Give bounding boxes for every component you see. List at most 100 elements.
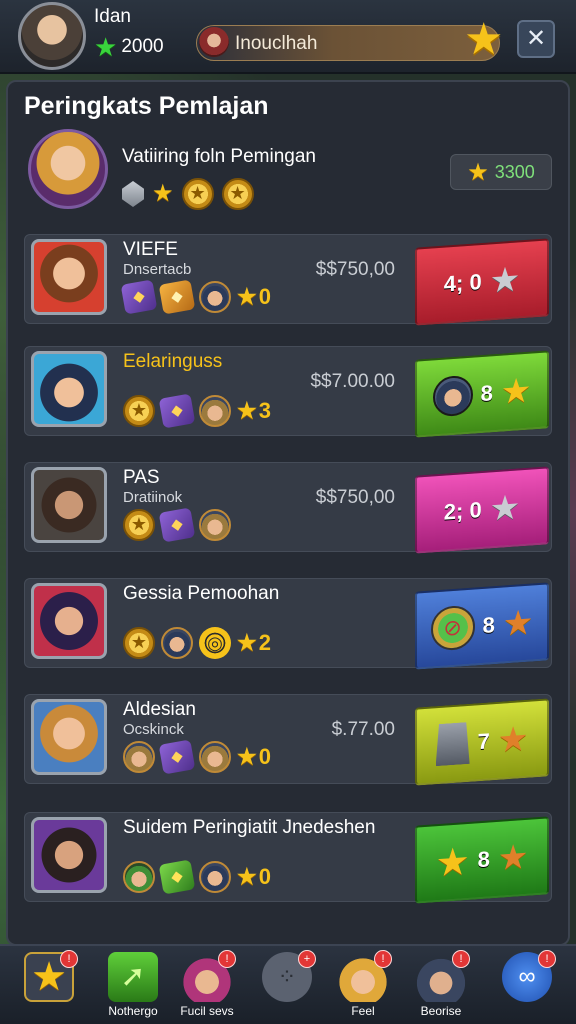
notification-badge: + xyxy=(298,950,316,968)
silver-star-icon: ★ xyxy=(489,488,521,529)
player-avatar[interactable] xyxy=(18,2,86,70)
coin-icon: ★ xyxy=(123,627,155,659)
row-avatar xyxy=(31,239,107,315)
leaderboard-row[interactable]: VIEFE Dnsertacb ◆ ◆ ★ 0 $$750,00 4; 0 ★ xyxy=(24,234,552,326)
gold-star-icon[interactable]: ★ xyxy=(464,18,503,62)
nav-item-feel[interactable]: ! Feel xyxy=(328,950,398,1022)
nav-item-nothergo[interactable]: ➚ Nothergo xyxy=(98,952,168,1022)
currency-amount: 2000 xyxy=(121,36,164,57)
star-count-value: 3 xyxy=(258,398,271,423)
nav-item-fucil[interactable]: ! Fucil sevs xyxy=(172,950,242,1022)
row-action-button[interactable]: 2; 0 ★ xyxy=(415,466,549,554)
action-value: 8 xyxy=(480,380,493,407)
gold-star-icon: ★ xyxy=(237,744,257,769)
row-action-button[interactable]: ⊘ 8 ★ xyxy=(415,582,549,670)
gold-star-icon: ★ xyxy=(237,398,257,423)
gold-star-icon: ★ xyxy=(237,284,257,309)
green-chest-icon: ◆ xyxy=(158,859,196,895)
row-action-button[interactable]: ★ 8 ★ xyxy=(415,816,549,904)
row-action-button[interactable]: 8 ★ xyxy=(415,350,549,438)
coin-icon: ★ xyxy=(123,509,155,541)
star-count: ★ 2 xyxy=(237,630,271,656)
row-price: $.77.00 xyxy=(331,719,395,740)
action-value: 8 xyxy=(482,612,495,638)
header-subtitle: Vatiiring foln Pemingan xyxy=(122,146,316,167)
action-value: 4; 0 xyxy=(443,269,482,297)
leaderboard-row[interactable]: Gessia Pemoohan ★ ◎ ★ 2 ⊘ 8 ★ xyxy=(24,578,552,670)
star-count-value: 0 xyxy=(258,744,271,769)
action-value: 7 xyxy=(477,728,490,755)
silver-star-icon: ★ xyxy=(489,260,521,301)
gold-star-icon: ★ xyxy=(152,180,174,207)
notification-badge: ! xyxy=(452,950,470,968)
nav-label: Beorise xyxy=(420,1004,462,1018)
soldier-icon xyxy=(199,509,231,541)
row-name: Aldesian xyxy=(123,699,196,720)
quest-avatar xyxy=(199,27,229,57)
row-price: $$7.00.00 xyxy=(310,371,395,392)
row-items: ★ ◆ ★ 3 xyxy=(123,393,271,429)
quest-bar[interactable]: Inouclhah xyxy=(196,25,500,61)
leaderboard-row[interactable]: PAS Dratiinok ★ ◆ $$750,00 2; 0 ★ xyxy=(24,462,552,554)
row-avatar xyxy=(31,699,107,775)
action-value: 8 xyxy=(477,846,490,873)
bucket-icon xyxy=(436,722,470,766)
leaderboard-row[interactable]: Suidem Peringiatit Jnedeshen ◆ ★ 0 ★ 8 ★ xyxy=(24,812,552,904)
score-value: 3300 xyxy=(494,161,535,182)
nav-item-more[interactable]: ⁘ + xyxy=(252,950,322,1022)
leaderboard-panel: Peringkats Pemlajan Vatiiring foln Pemin… xyxy=(6,80,570,946)
row-avatar xyxy=(31,351,107,427)
leaderboard-row[interactable]: Aldesian Ocskinck ◆ ★ 0 $.77.00 7 ★ xyxy=(24,694,552,786)
gold-star-icon: ★ xyxy=(237,630,257,655)
close-button[interactable]: ✕ xyxy=(517,20,555,58)
star-count: ★ 0 xyxy=(237,744,271,770)
coin-icon: ★ xyxy=(123,395,155,427)
star-count: ★ 3 xyxy=(237,398,271,424)
row-name: Eelaringuss xyxy=(123,351,223,372)
nav-label: Feel xyxy=(351,1004,375,1018)
gem-icon xyxy=(122,181,144,207)
nav-label: Nothergo xyxy=(108,1004,158,1018)
panel-title: Peringkats Pemlajan xyxy=(24,92,269,120)
star-count: ★ 0 xyxy=(237,284,271,310)
row-avatar xyxy=(31,583,107,659)
row-items: ★ ◆ xyxy=(123,507,231,543)
quest-label: Inouclhah xyxy=(235,33,318,54)
gold-star-icon: ★ xyxy=(500,371,532,412)
nav-item-stars[interactable]: ★ ! xyxy=(14,950,84,1022)
gold-star-icon: ★ xyxy=(237,864,257,889)
nav-item-bone[interactable]: ∞ ! xyxy=(492,950,562,1022)
row-name: PAS xyxy=(123,467,160,488)
target-icon: ◎ xyxy=(199,627,231,659)
row-avatar xyxy=(31,817,107,893)
coin-icon: ★ xyxy=(221,178,254,210)
leaderboard-row[interactable]: Eelaringuss ★ ◆ ★ 3 $$7.00.00 8 ★ xyxy=(24,346,552,438)
orange-chest-icon: ◆ xyxy=(158,279,196,315)
row-action-button[interactable]: 7 ★ xyxy=(415,698,549,786)
soldier-icon xyxy=(199,861,231,893)
soldier-icon xyxy=(432,374,473,418)
soldier-icon xyxy=(123,861,155,893)
nav-item-beorise[interactable]: ! Beorise xyxy=(406,950,476,1022)
header-badges: ★ ★ ★ xyxy=(122,178,254,210)
row-action-button[interactable]: 4; 0 ★ xyxy=(415,238,549,326)
soldier-icon xyxy=(161,627,193,659)
row-items: ◆ ★ 0 xyxy=(123,859,271,895)
row-name: Gessia Pemoohan xyxy=(123,583,280,604)
star-count-value: 0 xyxy=(258,284,271,309)
soldier-icon xyxy=(199,395,231,427)
soldier-icon xyxy=(199,741,231,773)
row-avatar xyxy=(31,467,107,543)
header-avatar[interactable] xyxy=(28,129,108,209)
coin-icon: ★ xyxy=(181,178,214,210)
star-count: ★ 0 xyxy=(237,864,271,890)
notification-badge: ! xyxy=(60,950,78,968)
action-value: 2; 0 xyxy=(443,497,482,525)
row-subtitle: Dnsertacb xyxy=(123,261,192,278)
row-items: ◆ ★ 0 xyxy=(123,739,271,775)
row-subtitle: Ocskinck xyxy=(123,721,184,738)
gold-star-icon: ★ xyxy=(467,158,489,186)
row-name: VIEFE xyxy=(123,239,178,260)
row-items: ◆ ◆ ★ 0 xyxy=(120,279,271,315)
purple-chest-icon: ◆ xyxy=(120,279,158,315)
